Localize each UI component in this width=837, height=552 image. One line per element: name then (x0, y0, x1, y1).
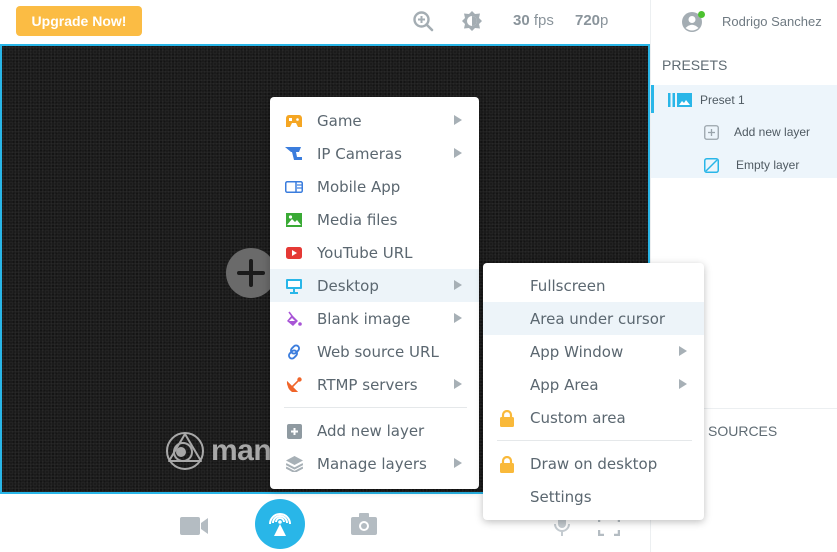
menu-item-label: Desktop (317, 276, 379, 295)
add-square-icon (704, 125, 719, 140)
zoom-in-icon[interactable] (412, 10, 434, 32)
empty-layer-item[interactable]: Empty layer (651, 150, 837, 180)
user-name[interactable]: Rodrigo Sanchez (722, 14, 822, 29)
preset-thumbnail-icon (668, 93, 692, 107)
submenu-item-area-under-cursor[interactable]: Area under cursor (483, 302, 704, 335)
submenu-item-app-window[interactable]: App Window (483, 335, 704, 368)
plus-icon (237, 259, 265, 287)
menu-separator (284, 407, 467, 408)
menu-item-mobile-app[interactable]: Mobile App (270, 170, 479, 203)
preset-item[interactable]: Preset 1 (651, 85, 837, 115)
menu-item-youtube-url[interactable]: YouTube URL (270, 236, 479, 269)
add-new-layer-item[interactable]: Add new layer (651, 117, 837, 147)
broadcast-icon (269, 513, 291, 536)
video-camera-icon[interactable] (180, 516, 210, 536)
mobile-app-icon (285, 178, 303, 196)
menu-item-label: App Area (530, 375, 599, 394)
menu-item-label: Game (317, 111, 362, 130)
youtube-icon (285, 244, 303, 262)
submenu-item-custom-area[interactable]: Custom area (483, 401, 704, 434)
preset-active-indicator (651, 85, 654, 113)
menu-item-web-source-url[interactable]: Web source URL (270, 335, 479, 368)
add-square-icon (285, 422, 303, 440)
resolution-readout[interactable]: 720p (575, 12, 608, 29)
menu-separator (497, 440, 692, 441)
preset-group: Preset 1 Add new layer Empty layer (651, 85, 837, 178)
menu-item-blank-image[interactable]: Blank image (270, 302, 479, 335)
user-bar: Rodrigo Sanchez (650, 0, 837, 45)
resolution-value: 720 (575, 12, 601, 29)
submenu-item-settings[interactable]: Settings (483, 480, 704, 513)
resolution-unit: p (600, 12, 609, 29)
online-status-dot (698, 11, 705, 18)
broadcast-button[interactable] (255, 499, 305, 549)
menu-item-label: RTMP servers (317, 375, 418, 394)
fps-readout[interactable]: 30 fps (513, 12, 554, 29)
desktop-submenu: Fullscreen Area under cursor App Window … (483, 263, 704, 520)
empty-layer-icon (704, 158, 719, 173)
submenu-arrow-icon (454, 115, 462, 125)
paint-bucket-icon (285, 310, 303, 328)
presets-title: PRESETS (662, 57, 728, 73)
submenu-arrow-icon (679, 346, 687, 356)
top-bar: Upgrade Now! 30 fps 720p (0, 0, 650, 45)
link-icon (285, 343, 303, 361)
submenu-item-draw-on-desktop[interactable]: Draw on desktop (483, 447, 704, 480)
upgrade-now-button[interactable]: Upgrade Now! (16, 6, 142, 36)
menu-item-label: Fullscreen (530, 276, 606, 295)
brightness-icon[interactable] (461, 10, 483, 32)
menu-item-manage-layers[interactable]: Manage layers (270, 447, 479, 480)
menu-item-add-new-layer[interactable]: Add new layer (270, 414, 479, 447)
image-icon (285, 211, 303, 229)
menu-item-label: Media files (317, 210, 398, 229)
layers-icon (285, 455, 303, 473)
add-source-menu: Game IP Cameras Mobile App Media files Y… (270, 97, 479, 489)
menu-item-media-files[interactable]: Media files (270, 203, 479, 236)
manycam-logo-icon (166, 432, 204, 470)
ip-camera-icon (285, 145, 303, 163)
menu-item-label: Custom area (530, 408, 626, 427)
menu-item-label: Add new layer (317, 421, 425, 440)
menu-item-label: Area under cursor (530, 309, 666, 328)
layer-label: Add new layer (734, 125, 811, 139)
fps-unit: fps (533, 12, 554, 29)
menu-item-label: Draw on desktop (530, 454, 658, 473)
menu-item-label: YouTube URL (317, 243, 413, 262)
add-source-button[interactable] (226, 248, 276, 298)
submenu-arrow-icon (454, 313, 462, 323)
menu-item-game[interactable]: Game (270, 104, 479, 137)
monitor-icon (285, 277, 303, 295)
menu-item-label: App Window (530, 342, 624, 361)
menu-item-label: Manage layers (317, 454, 427, 473)
lock-icon (498, 455, 516, 473)
submenu-arrow-icon (454, 280, 462, 290)
fps-value: 30 (513, 12, 530, 29)
submenu-arrow-icon (679, 379, 687, 389)
menu-item-rtmp-servers[interactable]: RTMP servers (270, 368, 479, 401)
menu-item-label: Blank image (317, 309, 411, 328)
gamepad-icon (285, 112, 303, 130)
menu-item-ip-cameras[interactable]: IP Cameras (270, 137, 479, 170)
submenu-item-fullscreen[interactable]: Fullscreen (483, 269, 704, 302)
menu-item-label: Web source URL (317, 342, 439, 361)
menu-item-label: IP Cameras (317, 144, 402, 163)
menu-item-label: Settings (530, 487, 592, 506)
satellite-dish-icon (285, 376, 303, 394)
menu-item-desktop[interactable]: Desktop (270, 269, 479, 302)
sources-title: SOURCES (708, 423, 778, 439)
preset-label: Preset 1 (700, 93, 745, 107)
submenu-arrow-icon (454, 458, 462, 468)
layer-label: Empty layer (736, 158, 800, 172)
lock-icon (498, 409, 516, 427)
snapshot-camera-icon[interactable] (351, 513, 377, 535)
menu-item-label: Mobile App (317, 177, 401, 196)
submenu-item-app-area[interactable]: App Area (483, 368, 704, 401)
submenu-arrow-icon (454, 379, 462, 389)
submenu-arrow-icon (454, 148, 462, 158)
